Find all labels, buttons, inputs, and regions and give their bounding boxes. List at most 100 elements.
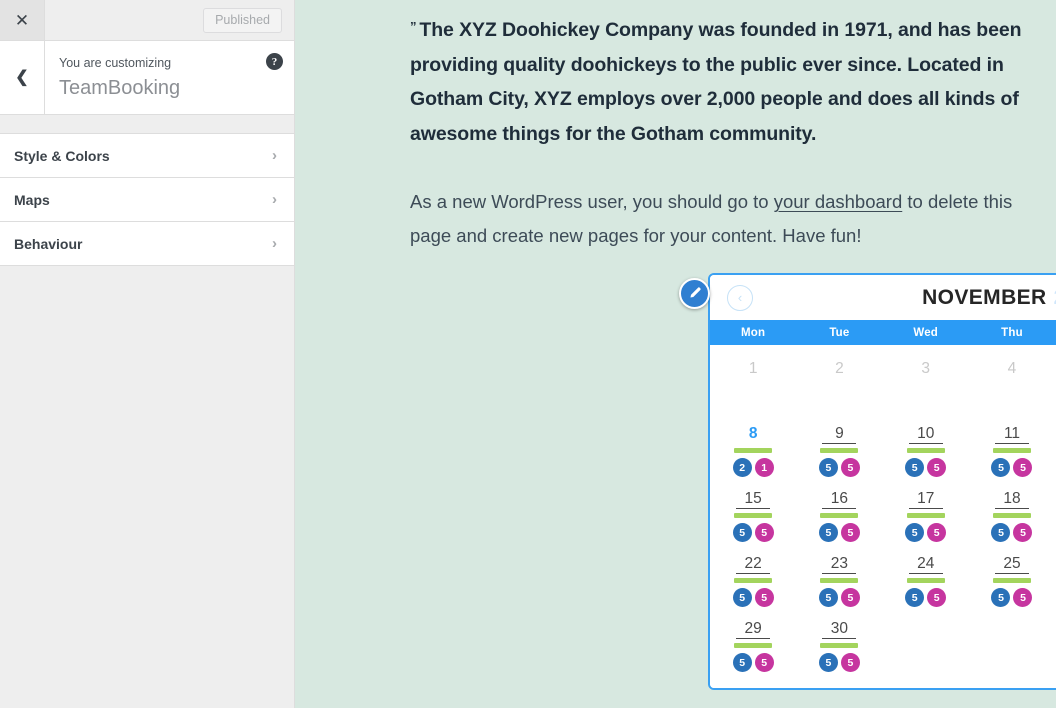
calendar-day-cell[interactable]: 15 5 5 xyxy=(710,481,796,546)
slot-count-badge[interactable]: 5 xyxy=(732,653,752,672)
booking-calendar-widget: ‹ NOVEMBER2022 › Mon Tue Wed Thu Fri Sat xyxy=(679,273,1056,690)
calendar-day-number: 24 xyxy=(917,555,935,572)
calendar-day-badges: 55 xyxy=(732,523,774,542)
calendar-day-underline xyxy=(822,638,857,639)
slot-count-badge[interactable]: 5 xyxy=(818,588,838,607)
slot-count-badge[interactable]: 5 xyxy=(818,523,838,542)
slot-count-badge[interactable]: 5 xyxy=(1013,588,1033,607)
sidebar-item-maps[interactable]: Maps › xyxy=(0,178,294,222)
calendar-prev-month-button[interactable]: ‹ xyxy=(727,284,753,311)
calendar-day-number: 4 xyxy=(1007,360,1017,377)
calendar-day-number: 15 xyxy=(744,490,762,507)
calendar-day-cell[interactable]: 18 5 5 xyxy=(969,481,1055,546)
slot-count-badge[interactable]: 5 xyxy=(1013,523,1033,542)
calendar-day-number: 16 xyxy=(830,490,849,507)
publish-button[interactable]: Published xyxy=(203,7,282,33)
calendar-day-number: 1 xyxy=(748,360,758,377)
slot-count-badge[interactable]: 1 xyxy=(754,458,774,477)
calendar-day-cell[interactable]: 29 5 5 xyxy=(710,611,796,676)
calendar-day-badges: 55 xyxy=(991,458,1033,477)
calendar-day-badges: 55 xyxy=(991,523,1033,542)
close-customizer-button[interactable]: ✕ xyxy=(0,0,45,40)
customizer-info-body: You are customizing TeamBooking ? xyxy=(45,41,294,114)
calendar-day-cell[interactable]: 16 5 5 xyxy=(796,481,882,546)
back-button[interactable]: ❮ xyxy=(0,41,45,114)
slot-count-badge[interactable]: 5 xyxy=(840,588,860,607)
calendar-day-cell[interactable]: 25 5 5 xyxy=(969,546,1055,611)
slot-count-badge[interactable]: 5 xyxy=(754,653,774,672)
topbar-actions: Published xyxy=(45,0,294,40)
calendar-day-number: 18 xyxy=(1003,490,1021,507)
calendar-day-badges: 55 xyxy=(818,458,860,477)
calendar-day-cell[interactable]: 8 21 xyxy=(710,416,796,481)
chevron-right-icon: › xyxy=(272,191,277,208)
chevron-right-icon: › xyxy=(272,147,277,164)
slot-count-badge[interactable]: 5 xyxy=(991,523,1011,542)
availability-bar xyxy=(734,578,773,583)
close-icon: ✕ xyxy=(14,10,30,30)
calendar-day-number: 2 xyxy=(835,360,844,377)
slot-count-badge[interactable]: 5 xyxy=(840,523,860,542)
dashboard-link[interactable]: your dashboard xyxy=(774,191,903,212)
slot-count-badge[interactable]: 5 xyxy=(927,588,947,607)
calendar-day-cell[interactable]: 10 5 5 xyxy=(883,416,969,481)
slot-count-badge[interactable]: 5 xyxy=(991,588,1011,607)
availability-bar xyxy=(906,448,945,453)
slot-count-badge[interactable]: 2 xyxy=(732,458,752,477)
calendar-day-cell[interactable]: 11 5 5 xyxy=(969,416,1055,481)
calendar-day-underline xyxy=(908,443,943,444)
calendar-day-underline xyxy=(908,573,943,574)
calendar-day-cell[interactable]: 9 55 xyxy=(796,416,882,481)
slot-count-badge[interactable]: 5 xyxy=(732,588,752,607)
edit-shortcut-button[interactable] xyxy=(679,278,710,309)
calendar-day-cell[interactable]: 17 5 5 xyxy=(883,481,969,546)
calendar-day-underline xyxy=(822,508,857,509)
slot-count-badge[interactable]: 5 xyxy=(905,523,925,542)
availability-bar xyxy=(734,513,773,518)
availability-bar xyxy=(906,513,945,518)
calendar-day-cell[interactable]: 24 5 5 xyxy=(883,546,969,611)
calendar-day-underline xyxy=(822,573,857,574)
calendar-day-number: 11 xyxy=(1003,425,1021,442)
slot-count-badge[interactable]: 5 xyxy=(927,458,947,477)
customizer-topbar: ✕ Published xyxy=(0,0,294,41)
slot-count-badge[interactable]: 5 xyxy=(754,523,774,542)
slot-count-badge[interactable]: 5 xyxy=(818,653,838,672)
calendar-day-cell: 4 xyxy=(969,351,1055,416)
calendar-day-underline xyxy=(736,573,771,574)
slot-count-badge[interactable]: 5 xyxy=(754,588,774,607)
slot-count-badge[interactable]: 5 xyxy=(927,523,947,542)
calendar-header: ‹ NOVEMBER2022 › xyxy=(710,275,1056,320)
availability-bar xyxy=(820,513,859,518)
slot-count-badge[interactable]: 5 xyxy=(991,458,1011,477)
slot-count-badge[interactable]: 5 xyxy=(840,458,860,477)
chevron-left-icon: ‹ xyxy=(737,290,743,305)
slot-count-badge[interactable]: 5 xyxy=(732,523,752,542)
calendar-day-underline xyxy=(822,443,857,444)
help-icon[interactable]: ? xyxy=(266,53,283,70)
sidebar-item-behaviour[interactable]: Behaviour › xyxy=(0,222,294,266)
weekday-label: Mon xyxy=(741,326,766,339)
calendar-day-cell: 2 xyxy=(796,351,882,416)
calendar-day-badges: 55 xyxy=(905,458,947,477)
calendar-day-badges: 55 xyxy=(991,588,1033,607)
calendar-day-grid: 1234567821955105511551255135514951555165… xyxy=(710,345,1056,688)
slot-count-badge[interactable]: 5 xyxy=(1013,458,1033,477)
slot-count-badge[interactable]: 5 xyxy=(905,458,925,477)
sidebar-item-label: Behaviour xyxy=(14,235,83,252)
slot-count-badge[interactable]: 5 xyxy=(818,458,838,477)
chevron-left-icon: ❮ xyxy=(15,68,29,86)
calendar-day-underline xyxy=(908,508,943,509)
availability-bar xyxy=(820,448,859,453)
calendar-day-underline xyxy=(736,508,771,509)
calendar-day-number: 8 xyxy=(748,425,758,442)
calendar-day-cell[interactable]: 22 5 5 xyxy=(710,546,796,611)
calendar-day-cell[interactable]: 30 5 5 xyxy=(796,611,882,676)
sidebar-item-style-and-colors[interactable]: Style & Colors › xyxy=(0,134,294,178)
slot-count-badge[interactable]: 5 xyxy=(905,588,925,607)
availability-bar xyxy=(820,578,859,583)
weekday-label: Thu xyxy=(1001,326,1023,339)
weekday-label: Wed xyxy=(913,326,939,339)
slot-count-badge[interactable]: 5 xyxy=(840,653,860,672)
calendar-day-cell[interactable]: 23 5 5 xyxy=(796,546,882,611)
